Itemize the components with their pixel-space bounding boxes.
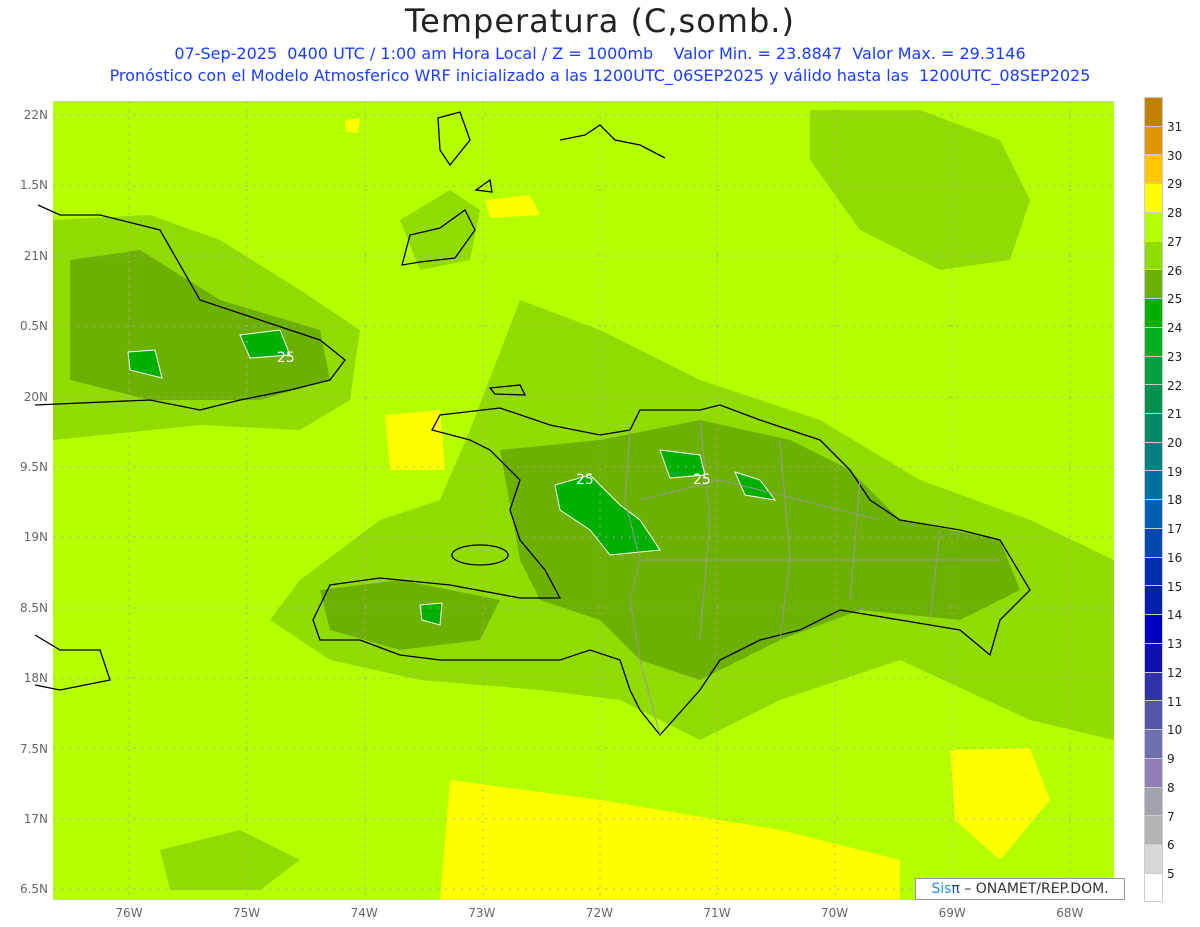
longitude-label: 70W <box>821 906 849 920</box>
colorbar-label: 10 <box>1167 723 1183 738</box>
colorbar-swatch <box>1144 843 1163 874</box>
credit-pi: π <box>951 881 960 897</box>
colorbar-label: 28 <box>1167 206 1183 221</box>
colorbar-swatch <box>1144 815 1163 845</box>
colorbar-swatch <box>1144 499 1163 529</box>
longitude-label: 68W <box>1056 906 1084 920</box>
credit-org: – ONAMET/REP.DOM. <box>959 881 1109 897</box>
colorbar-label: 20 <box>1167 436 1183 451</box>
longitude-label: 73W <box>468 906 496 920</box>
latitude-label: 7.5N <box>19 741 48 756</box>
colorbar-swatch <box>1144 671 1163 702</box>
colorbar-label: 29 <box>1167 177 1183 192</box>
colorbar-swatch <box>1144 154 1163 185</box>
colorbar-swatch <box>1144 642 1163 673</box>
colorbar-label: 25 <box>1167 292 1183 307</box>
longitude-label: 72W <box>585 906 613 920</box>
colorbar-label: 7 <box>1167 809 1175 824</box>
temperature-map <box>34 101 1114 900</box>
colorbar-label: 19 <box>1167 464 1183 479</box>
colorbar-swatch <box>1144 757 1163 788</box>
colorbar-label: 24 <box>1167 321 1183 336</box>
colorbar-label: 9 <box>1167 752 1175 767</box>
colorbar-swatch <box>1144 125 1163 156</box>
colorbar-swatch <box>1144 729 1163 759</box>
colorbar-swatch <box>1144 97 1163 127</box>
colorbar-label: 30 <box>1167 148 1183 163</box>
colorbar-label: 18 <box>1167 493 1183 508</box>
colorbar-label: 12 <box>1167 665 1183 680</box>
colorbar-label: 16 <box>1167 550 1183 565</box>
colorbar-swatch <box>1144 384 1163 415</box>
colorbar-label: 11 <box>1167 694 1183 709</box>
colorbar-swatch <box>1144 585 1163 616</box>
colorbar-swatch <box>1144 527 1163 558</box>
colorbar-swatch <box>1144 211 1163 242</box>
colorbar-swatch <box>1144 470 1163 501</box>
latitude-label: 6.5N <box>19 882 48 897</box>
colorbar-swatch <box>1144 355 1163 386</box>
latitude-label: 21N <box>23 248 48 263</box>
latitude-label: 22N <box>23 108 48 122</box>
colorbar-label: 21 <box>1167 407 1183 422</box>
colorbar-swatch <box>1144 872 1163 903</box>
longitude-label: 76W <box>115 906 143 920</box>
latitude-label: 17N <box>23 812 48 826</box>
colorbar-label: 13 <box>1167 637 1183 652</box>
colorbar-label: 14 <box>1167 608 1183 623</box>
latitude-label: 19N <box>23 530 48 545</box>
credit-box: Sisπ – ONAMET/REP.DOM. <box>915 878 1125 900</box>
longitude-label: 75W <box>233 906 261 920</box>
contour-label: 25 <box>576 472 594 488</box>
colorbar-swatch <box>1144 413 1163 443</box>
latitude-label: 18N <box>23 671 48 686</box>
colorbar-label: 17 <box>1167 522 1183 537</box>
credit-sis: Sis <box>931 881 952 897</box>
contour-label: 25 <box>693 472 711 488</box>
colorbar-swatch <box>1144 786 1163 817</box>
colorbar-label: 6 <box>1167 838 1175 853</box>
colorbar-label: 5 <box>1167 866 1175 881</box>
colorbar-swatch <box>1144 326 1163 357</box>
colorbar-label: 31 <box>1167 120 1183 134</box>
longitude-label: 71W <box>703 906 731 920</box>
colorbar-swatch <box>1144 298 1163 328</box>
latitude-label: 8.5N <box>19 600 48 615</box>
colorbar-swatch <box>1144 700 1163 731</box>
colorbar-swatch <box>1144 556 1163 587</box>
contour-label: 25 <box>277 350 295 366</box>
longitude-label: 69W <box>938 906 966 920</box>
colorbar-label: 22 <box>1167 378 1183 393</box>
latitude-label: 9.5N <box>19 460 48 474</box>
colorbar-swatch <box>1144 441 1163 472</box>
colorbar-swatch <box>1144 269 1163 300</box>
longitude-label: 74W <box>350 906 378 920</box>
colorbar-swatch <box>1144 240 1163 271</box>
colorbar-swatch <box>1144 183 1163 213</box>
colorbar-label: 26 <box>1167 263 1183 278</box>
latitude-label: 20N <box>23 389 48 404</box>
latitude-label: 0.5N <box>19 319 48 334</box>
colorbar-label: 23 <box>1167 349 1183 364</box>
latitude-label: 1.5N <box>19 178 48 193</box>
colorbar-swatch <box>1144 614 1163 644</box>
colorbar-label: 27 <box>1167 234 1183 249</box>
colorbar-label: 8 <box>1167 780 1175 795</box>
colorbar-label: 15 <box>1167 579 1183 594</box>
